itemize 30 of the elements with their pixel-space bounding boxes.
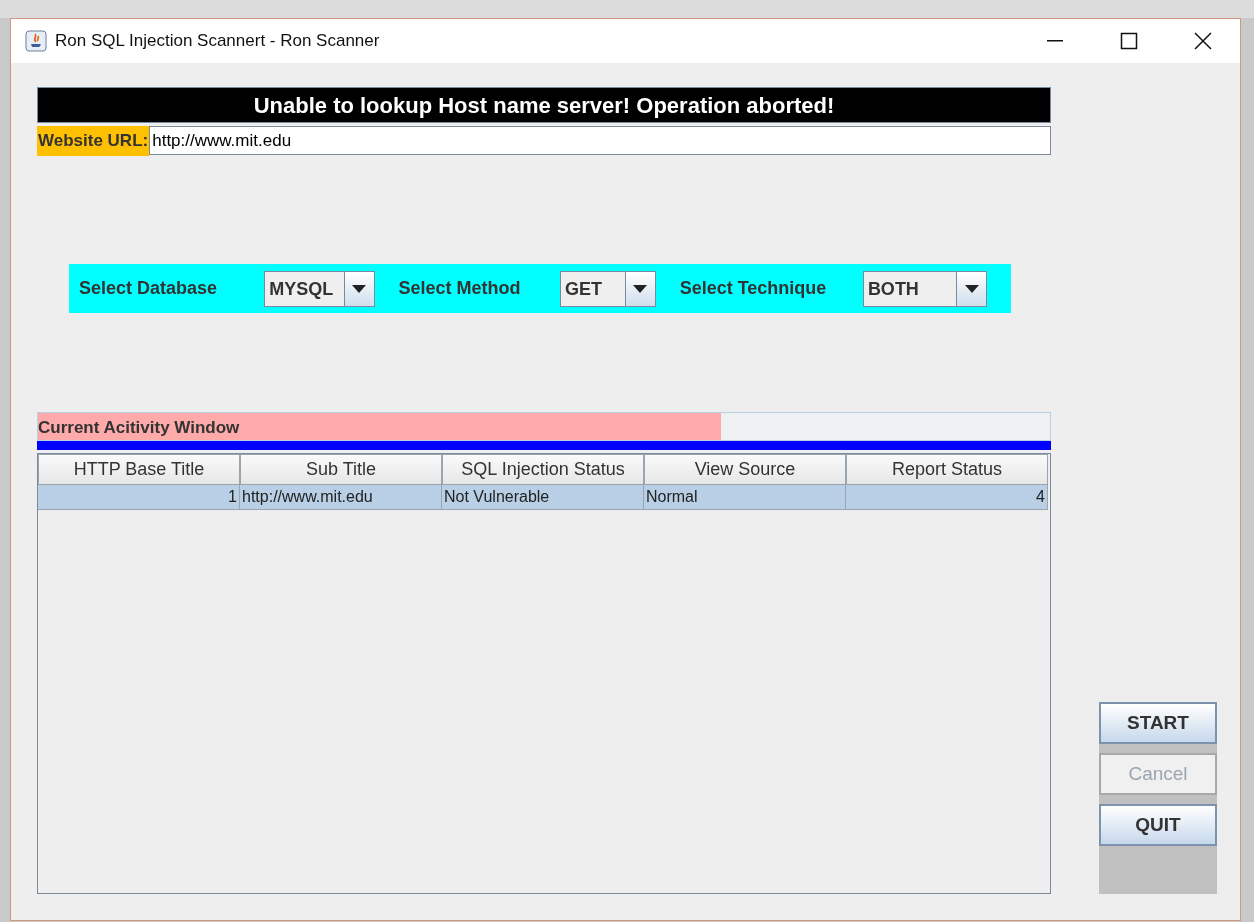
action-button[interactable]: START [1099,702,1217,744]
column-header[interactable]: SQL Injection Status [442,454,644,485]
table-cell: 1 [38,485,240,510]
error-message: Unable to lookup Host name server! Operation aborted! [37,87,1051,123]
column-header[interactable]: Report Status [846,454,1048,485]
dropdown[interactable]: BOTH [862,270,987,307]
close-icon [1194,32,1212,50]
caret-icon [964,284,979,293]
maximize-icon [1120,32,1138,50]
table-cell: http://www.mit.edu [240,485,442,510]
url-label: Website URL: [37,126,150,156]
select-label: Select Technique [679,277,828,300]
dropdown[interactable]: MYSQL [264,270,375,307]
table-cell: 4 [846,485,1048,510]
activity-label: Current Acitivity Window [38,417,240,439]
url-field[interactable]: http://www.mit.edu [149,126,1051,155]
action-button[interactable]: QUIT [1099,804,1217,846]
caret-icon [352,284,367,293]
column-header[interactable]: Sub Title [240,454,442,485]
select-label: Select Database [79,277,219,300]
table-cell: Normal [644,485,846,510]
column-header[interactable]: View Source [644,454,846,485]
column-header[interactable]: HTTP Base Title [38,454,240,485]
table-cell: Not Vulnerable [442,485,644,510]
select-label: Select Method [398,277,522,300]
dropdown[interactable]: GET [560,270,656,307]
minimize-icon [1047,40,1063,42]
caret-icon [633,284,648,293]
java-icon [25,30,47,52]
window-title: Ron SQL Injection Scannert - Ron Scanner [55,30,380,53]
